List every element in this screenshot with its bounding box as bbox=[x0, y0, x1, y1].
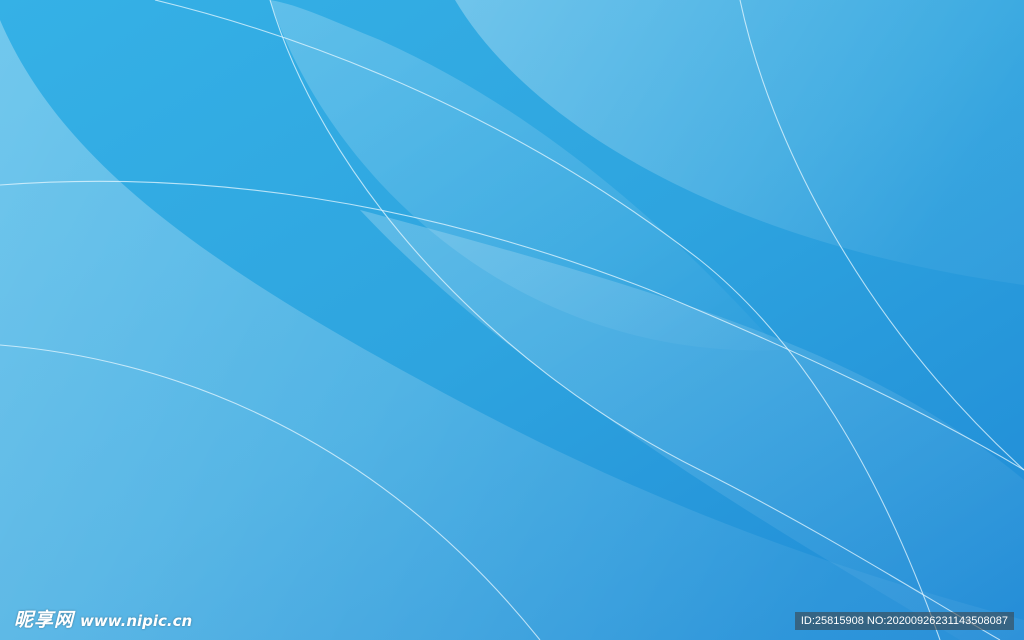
nipic-watermark-logo: 昵享网 www.nipic.cn bbox=[14, 605, 192, 632]
brand-name-cn: 昵享网 bbox=[14, 609, 75, 631]
image-id-label: ID:25815908 NO:20200926231143508087 bbox=[794, 612, 1014, 630]
blue-wave-wallpaper bbox=[0, 0, 1024, 640]
brand-url: www.nipic.cn bbox=[80, 612, 193, 630]
